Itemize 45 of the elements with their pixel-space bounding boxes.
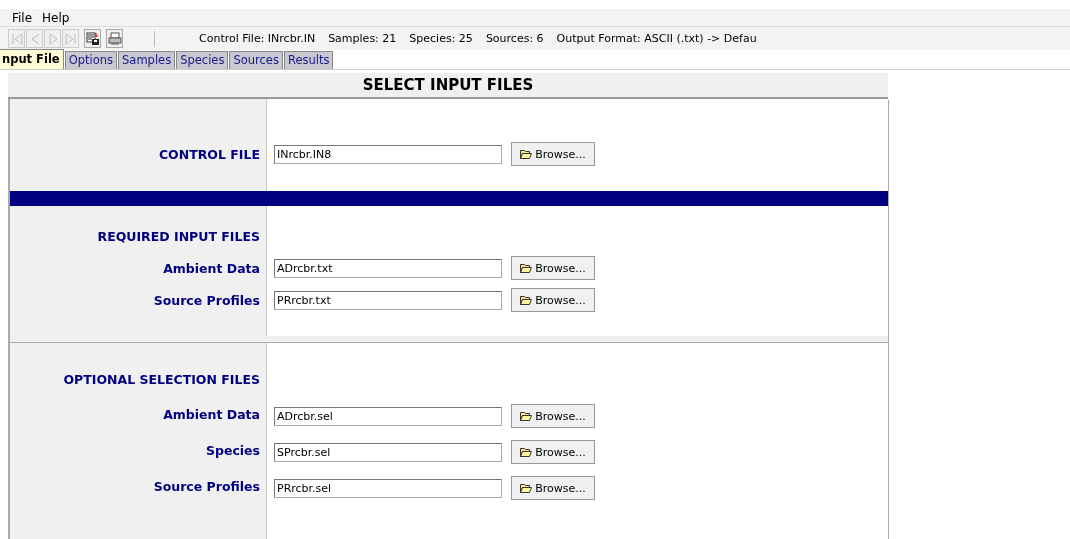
status-text: Output Format: ASCII (.txt) -> Defau xyxy=(556,32,757,45)
field-label: Source Profiles xyxy=(152,291,261,310)
print-icon xyxy=(107,31,122,46)
menu-item[interactable]: Help xyxy=(42,10,70,25)
field-label: Ambient Data xyxy=(162,259,261,278)
file-path-field[interactable]: SPrcbr.sel xyxy=(274,442,502,462)
tab[interactable]: Sources xyxy=(229,51,283,69)
status-text: Species: 25 xyxy=(409,32,473,45)
menu-item[interactable]: File xyxy=(12,10,33,25)
folder-icon xyxy=(520,295,533,305)
tab[interactable]: Options xyxy=(64,51,118,69)
file-path-field[interactable]: ADrcbr.txt xyxy=(274,258,502,278)
tab[interactable]: Samples xyxy=(118,51,176,69)
file-path-field[interactable]: PRrcbr.txt xyxy=(274,290,502,310)
browse-button[interactable]: Browse... xyxy=(511,142,595,166)
file-path-field[interactable]: ADrcbr.sel xyxy=(274,406,502,426)
browse-button[interactable]: Browse... xyxy=(511,288,595,312)
file-path-field[interactable]: INrcbr.IN8 xyxy=(274,144,502,164)
tab[interactable]: nput File xyxy=(0,49,64,69)
tab[interactable]: Results xyxy=(283,51,334,69)
page-title: SELECT INPUT FILES xyxy=(8,73,888,99)
folder-icon xyxy=(520,447,533,457)
folder-icon xyxy=(520,263,533,273)
folder-icon xyxy=(520,411,533,421)
section-heading: REQUIRED INPUT FILES xyxy=(96,227,261,246)
first-icon xyxy=(9,31,24,46)
field-label: CONTROL FILE xyxy=(157,145,261,164)
status-text: Control File: INrcbr.IN xyxy=(199,32,316,45)
browse-button[interactable]: Browse... xyxy=(511,256,595,280)
toolbar-button[interactable] xyxy=(84,29,101,48)
save-icon xyxy=(85,31,100,46)
field-label: Ambient Data xyxy=(162,405,261,424)
browse-button[interactable]: Browse... xyxy=(511,440,595,464)
field-label: Source Profiles xyxy=(152,477,261,496)
folder-icon xyxy=(520,149,533,159)
section-heading: OPTIONAL SELECTION FILES xyxy=(62,370,261,389)
last-icon xyxy=(63,31,78,46)
browse-button[interactable]: Browse... xyxy=(511,404,595,428)
folder-icon xyxy=(520,483,533,493)
browse-button[interactable]: Browse... xyxy=(511,476,595,500)
status-text: Sources: 6 xyxy=(485,32,544,45)
tab[interactable]: Species xyxy=(176,51,229,69)
status-text: Samples: 21 xyxy=(328,32,397,45)
field-label: Species xyxy=(204,441,261,460)
file-path-field[interactable]: PRrcbr.sel xyxy=(274,478,502,498)
